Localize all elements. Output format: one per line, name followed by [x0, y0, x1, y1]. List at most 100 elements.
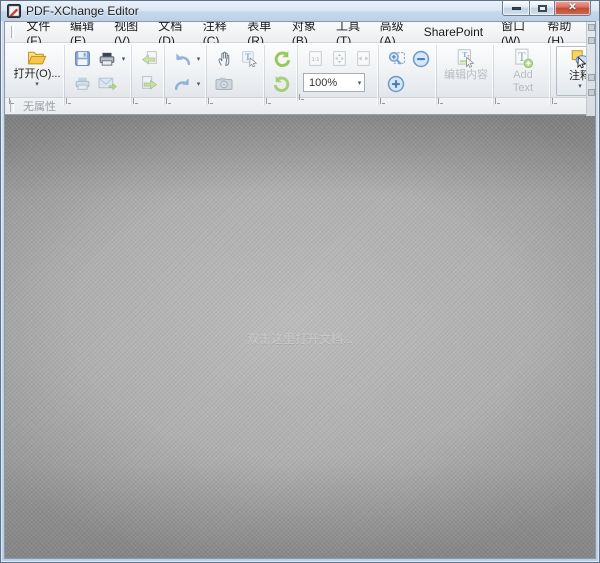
rotate-cw-icon — [273, 75, 290, 92]
fit-page-button[interactable] — [327, 46, 351, 70]
svg-text:1:1: 1:1 — [311, 56, 319, 62]
fit-width-button[interactable] — [351, 46, 375, 70]
save-button[interactable] — [70, 47, 94, 71]
toolbar-grip[interactable] — [166, 98, 171, 104]
toolbar-group-zoom-presets: 1:1 100% ▾ — [297, 45, 378, 101]
add-text-label-line1: Add — [513, 69, 533, 81]
toolbar-group-add-text: T Add Text — [493, 45, 550, 105]
toolbar-grip[interactable] — [66, 98, 71, 104]
print-setup-button[interactable]: ▾ — [95, 47, 128, 71]
email-button[interactable] — [95, 72, 119, 96]
zoom-in-button[interactable] — [384, 72, 408, 96]
actual-size-icon: 1:1 — [308, 50, 322, 66]
document-canvas[interactable]: 双击这里打开文档... — [5, 115, 595, 558]
previous-view-icon — [141, 51, 157, 65]
window-title: PDF-XChange Editor — [26, 4, 139, 18]
add-text-button[interactable]: T Add Text — [499, 46, 547, 96]
save-icon — [74, 51, 90, 66]
fit-width-icon — [356, 50, 370, 66]
zoom-out-button[interactable] — [409, 47, 433, 71]
close-button[interactable]: ✕ — [555, 1, 591, 16]
edit-content-button[interactable]: T T 编辑内容 — [442, 46, 490, 96]
toolbar: 打开(O)... ▾ ▾ ▾ ▾ T 1:1 100% ▾ T T 编辑内容 T… — [5, 43, 595, 105]
zoom-marquee-icon — [388, 51, 405, 65]
zoom-out-icon — [412, 50, 430, 67]
next-view-button[interactable] — [137, 72, 161, 96]
toolbar-group-rotate — [264, 45, 297, 105]
toolbar-grip[interactable] — [438, 98, 443, 104]
toolbar-grip[interactable] — [495, 98, 500, 104]
toolbar-grip[interactable] — [208, 98, 213, 104]
redo-dropdown-icon: ▾ — [196, 80, 201, 88]
toolbar-overflow-strip — [586, 22, 595, 116]
rotate-cw-button[interactable] — [270, 72, 294, 96]
hand-icon — [217, 51, 229, 66]
toolbar-group-zoom-tools — [378, 45, 436, 105]
redo-button[interactable]: ▾ — [170, 72, 203, 96]
zoom-combobox-dropdown-icon: ▾ — [357, 79, 362, 87]
toolbar-grip[interactable] — [9, 98, 14, 104]
toolbar-group-file: ▾ — [64, 45, 131, 105]
toolbar-group-edit-content: T T 编辑内容 — [436, 45, 493, 105]
propsbar-overflow-button[interactable] — [587, 89, 595, 96]
email-icon — [98, 77, 117, 91]
app-logo-icon — [7, 4, 21, 18]
undo-button[interactable]: ▾ — [170, 47, 203, 71]
edit-content-icon: T T — [456, 48, 476, 68]
toolbar-group-open: 打开(O)... ▾ — [8, 45, 64, 105]
printer-icon — [95, 47, 119, 71]
minimize-button[interactable] — [502, 1, 529, 16]
menu-sharepoint[interactable]: SharePoint — [415, 23, 492, 41]
maximize-button[interactable] — [529, 1, 555, 16]
toolbar-group-tools: T — [206, 45, 264, 105]
zoom-in-icon — [387, 75, 405, 92]
open-document-hint: 双击这里打开文档... — [246, 331, 354, 346]
window-controls: ✕ — [502, 1, 591, 16]
camera-icon — [215, 77, 233, 90]
undo-icon — [170, 47, 194, 71]
rotate-ccw-icon — [274, 50, 291, 67]
app-window: PDF-XChange Editor ✕ 文件(F) 编辑(E) 视图(V) 文… — [0, 0, 600, 563]
menu-bar: 文件(F) 编辑(E) 视图(V) 文档(D) 注释(C) 表单(R) 对象(B… — [5, 22, 595, 48]
minimize-icon — [511, 6, 521, 10]
menubar-grip[interactable] — [11, 26, 15, 38]
previous-view-button[interactable] — [137, 47, 161, 71]
next-view-icon — [141, 76, 157, 90]
hand-tool-button[interactable] — [212, 47, 236, 71]
title-bar[interactable]: PDF-XChange Editor ✕ — [1, 1, 599, 21]
toolbar-grip[interactable] — [299, 94, 304, 100]
menubar-overflow-button[interactable] — [587, 24, 595, 31]
fit-page-icon — [332, 50, 346, 66]
close-icon: ✕ — [568, 2, 577, 13]
zoom-level-combobox[interactable]: 100% ▾ — [303, 73, 365, 92]
snapshot-button[interactable] — [212, 72, 236, 96]
open-dropdown-icon: ▾ — [35, 81, 39, 88]
open-button[interactable]: 打开(O)... ▾ — [13, 46, 61, 96]
toolbar-group-history — [131, 45, 164, 105]
toolbar-grip[interactable] — [552, 98, 557, 104]
add-text-icon: T — [513, 48, 533, 68]
select-text-icon: T — [241, 51, 257, 67]
toolbar-group-undo: ▾ ▾ — [164, 45, 206, 105]
open-folder-icon — [26, 48, 48, 67]
toolbar-grip[interactable] — [266, 98, 271, 104]
add-text-label-line2: Text — [512, 82, 534, 94]
open-button-label: 打开(O)... — [13, 68, 61, 80]
edit-content-label: 编辑内容 — [444, 69, 488, 81]
maximize-icon — [537, 4, 547, 12]
comment-dropdown-icon: ▾ — [578, 83, 582, 90]
toolbar-grip[interactable] — [380, 98, 385, 104]
toolbar-grip[interactable] — [133, 98, 138, 104]
select-tool-button[interactable]: T — [237, 47, 261, 71]
zoom-marquee-button[interactable] — [384, 47, 408, 71]
redo-icon — [170, 72, 194, 96]
toolbar-overflow-button-2[interactable] — [587, 74, 595, 81]
print-button[interactable] — [70, 72, 94, 96]
toolbar-overflow-button[interactable] — [587, 37, 595, 44]
actual-size-button[interactable]: 1:1 — [303, 46, 327, 70]
window-frame: 文件(F) 编辑(E) 视图(V) 文档(D) 注释(C) 表单(R) 对象(B… — [4, 21, 596, 559]
undo-dropdown-icon: ▾ — [196, 55, 201, 63]
rotate-ccw-button[interactable] — [270, 47, 294, 71]
print-icon — [75, 77, 89, 90]
zoom-level-value: 100% — [309, 76, 338, 89]
